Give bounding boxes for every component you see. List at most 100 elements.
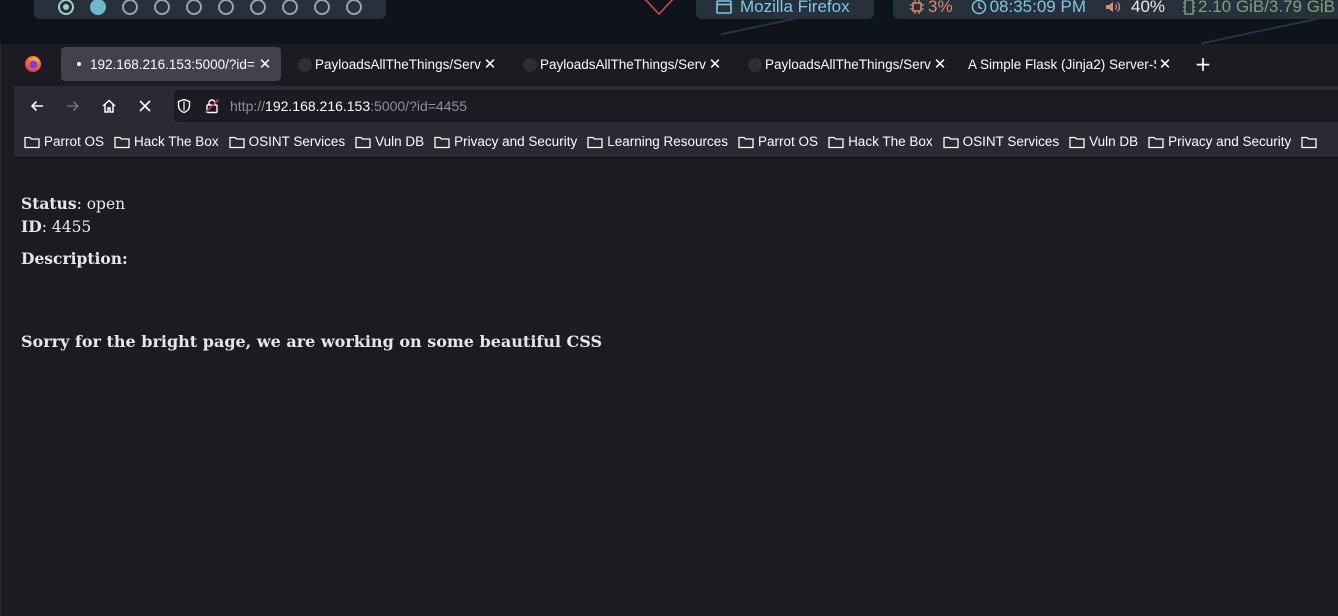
workspace-2[interactable] (90, 0, 106, 15)
url-host: 192.168.216.153 (265, 98, 371, 114)
folder-icon (587, 136, 603, 148)
cpu-value: 3% (928, 0, 953, 16)
bookmark-folder[interactable]: Vuln DB (355, 134, 424, 149)
tab-title: PayloadsAllTheThings/Server Side Templat… (540, 56, 706, 72)
page-message: Sorry for the bright page, we are workin… (21, 332, 603, 351)
back-button[interactable] (27, 96, 47, 116)
folder-icon (228, 136, 245, 148)
bookmark-label: Hack The Box (848, 134, 933, 149)
firefox-logo-icon[interactable] (24, 55, 42, 73)
bookmark-folder[interactable]: OSINT Services (942, 134, 1060, 149)
url-text[interactable]: http://192.168.216.153:5000/?id=4455 (230, 98, 467, 114)
bookmark-label: Vuln DB (1089, 134, 1139, 149)
workspace-8[interactable] (282, 0, 298, 15)
tab-title: A Simple Flask (Jinja2) Server-Side Temp… (968, 56, 1156, 72)
folder-icon (738, 136, 754, 148)
cpu-indicator[interactable]: 3% (909, 0, 953, 17)
bookmark-folder[interactable]: Hack The Box (114, 134, 219, 149)
github-icon (748, 58, 762, 72)
memory-value: 2.10 GiB/3.79 GiB (1198, 0, 1336, 16)
speaker-icon (1105, 1, 1121, 12)
close-icon (139, 100, 151, 112)
bookmark-label: Vuln DB (375, 134, 425, 149)
id-line: ID: 4455 (21, 215, 1338, 238)
bookmark-label: Hack The Box (134, 134, 219, 149)
insecure-lock-icon[interactable] (204, 98, 220, 114)
folder-icon (114, 136, 130, 148)
loading-dot-icon (77, 62, 81, 66)
desktop-top-bar: Mozilla Firefox 3% 08:35:09 PM 40% 2.10 … (0, 0, 1338, 44)
folder-icon (24, 136, 40, 148)
workspace-3[interactable] (122, 0, 138, 15)
tracking-shield-icon[interactable] (176, 98, 192, 114)
workspace-6[interactable] (218, 0, 234, 15)
system-status-bar: 3% 08:35:09 PM 40% 2.10 GiB/3.79 GiB (893, 0, 1338, 19)
github-icon (523, 58, 537, 72)
tab-title: 192.168.216.153:5000/?id=4455 (90, 56, 255, 72)
workspace-1[interactable] (58, 0, 74, 15)
description-heading: Description: (21, 249, 128, 268)
window-icon (716, 0, 732, 14)
status-value: : open (76, 195, 126, 213)
close-tab-icon[interactable]: ✕ (482, 56, 498, 73)
tab[interactable]: A Simple Flask (Jinja2) Server-Side Temp… (961, 47, 1181, 81)
active-window-indicator[interactable]: Mozilla Firefox (696, 0, 874, 19)
clock-indicator[interactable]: 08:35:09 PM (971, 0, 1086, 17)
address-bar[interactable]: http://192.168.216.153:5000/?id=4455 (174, 90, 1338, 122)
folder-icon (828, 136, 844, 148)
close-tab-icon[interactable]: ✕ (707, 56, 723, 73)
close-tab-icon[interactable]: ✕ (257, 56, 273, 73)
bookmark-folder[interactable]: Parrot OS (24, 134, 104, 149)
github-icon (298, 58, 312, 72)
folder-icon (355, 136, 371, 148)
memory-indicator[interactable]: 2.10 GiB/3.79 GiB (1183, 0, 1335, 17)
workspace-4[interactable] (154, 0, 170, 15)
bookmarks-toolbar: Parrot OS Hack The Box OSINT Services Vu… (14, 126, 1338, 158)
bookmark-label: Parrot OS (758, 134, 819, 149)
workspace-7[interactable] (250, 0, 266, 15)
tab[interactable]: PayloadsAllTheThings/Server Side Templat… (736, 47, 956, 81)
status-line: Status: open (21, 192, 1338, 215)
clock-value: 08:35:09 PM (989, 0, 1086, 16)
folder-icon (1301, 136, 1317, 148)
bookmark-folder[interactable]: Vuln DB (1069, 134, 1138, 149)
bookmark-folder[interactable]: Learning Resources (587, 134, 728, 149)
bookmark-folder[interactable]: Parrot OS (738, 134, 818, 149)
bookmark-label: OSINT Services (962, 134, 1060, 149)
close-tab-icon[interactable]: ✕ (932, 56, 948, 73)
bookmark-folder[interactable]: OSINT Services (228, 134, 346, 149)
url-scheme: http:// (230, 98, 266, 114)
forward-button[interactable] (63, 96, 83, 116)
volume-indicator[interactable]: 40% (1104, 0, 1165, 17)
folder-icon (1069, 136, 1085, 148)
new-tab-button[interactable]: + (1194, 54, 1212, 74)
workspace-10[interactable] (346, 0, 362, 15)
home-button[interactable] (99, 96, 119, 116)
bookmark-label: OSINT Services (248, 134, 346, 149)
url-path: :5000/?id=4455 (370, 98, 468, 114)
clock-icon (971, 0, 986, 14)
bookmark-label: Privacy and Security (1168, 134, 1292, 149)
bookmark-label: Learning Resources (607, 134, 729, 149)
home-icon (102, 99, 116, 113)
tab[interactable]: PayloadsAllTheThings/Server Side Templat… (511, 47, 731, 81)
bookmark-folder[interactable]: Hack The Box (828, 134, 933, 149)
bookmark-folder-overflow[interactable] (1301, 135, 1317, 149)
arrow-left-icon (30, 100, 43, 112)
cpu-icon (910, 0, 924, 14)
workspace-5[interactable] (186, 0, 202, 15)
stop-loading-button[interactable] (135, 96, 155, 116)
workspace-9[interactable] (314, 0, 330, 15)
bookmark-label: Privacy and Security (454, 134, 578, 149)
tab[interactable]: PayloadsAllTheThings/Server Side Templat… (286, 47, 506, 81)
arrow-right-icon (67, 100, 80, 112)
bookmark-label: Parrot OS (44, 134, 105, 149)
id-value: : 4455 (41, 218, 92, 236)
close-tab-icon[interactable]: ✕ (1157, 56, 1173, 73)
bookmark-folder[interactable]: Privacy and Security (1148, 134, 1291, 149)
bookmark-folder[interactable]: Privacy and Security (434, 134, 577, 149)
parrot-logo-icon (644, 0, 674, 16)
status-label: Status (21, 194, 77, 213)
folder-icon (434, 136, 450, 148)
tab-active[interactable]: 192.168.216.153:5000/?id=4455 ✕ (61, 47, 281, 81)
